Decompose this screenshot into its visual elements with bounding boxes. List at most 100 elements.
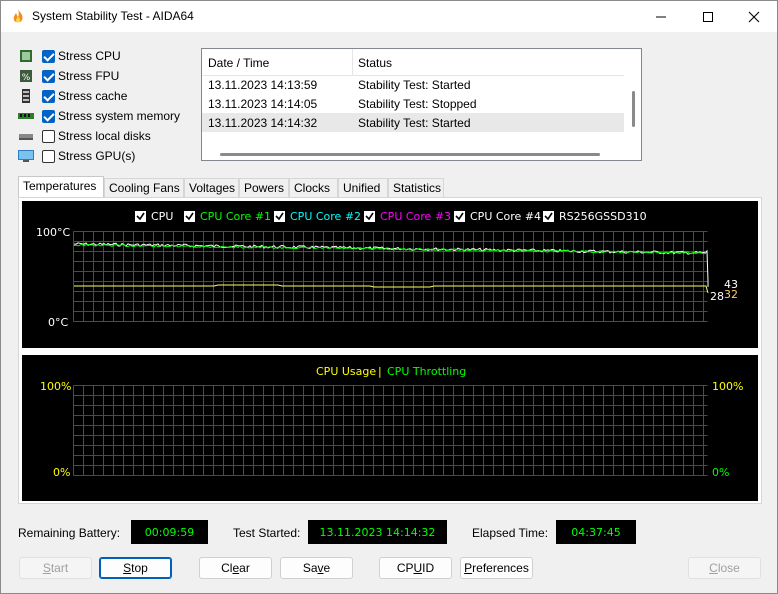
usage-axis-max: 100% [40,380,71,393]
save-button[interactable]: Sa v e [280,557,353,579]
preferences-label: references [472,561,529,575]
test-started-value: 13.11.2023 14:14:32 [308,520,447,544]
cpuid-accel: U [413,561,423,575]
cpuid-label: ID [422,561,435,575]
stress-cpu-label: Stress CPU [58,49,121,63]
elapsed-time-value: 04:37:45 [556,520,636,544]
close-icon [748,11,760,22]
stability-test-window: System Stability Test - AIDA64 Stress CP… [0,0,778,594]
disk-icon [19,134,33,140]
stress-cache-label: Stress cache [58,89,128,103]
close-accel: C [709,561,718,575]
readout-core: 28 [710,290,724,303]
log-date: 13.11.2023 14:13:59 [208,78,318,92]
legend-label: CPU Core #2 [290,210,361,223]
throttle-axis-max: 100% [712,380,743,393]
stress-cache-checkbox[interactable] [42,90,55,103]
log-status: Stability Test: Stopped [358,97,477,111]
window-title: System Stability Test - AIDA64 [32,9,194,23]
cpu-icon [20,50,32,62]
cpu-usage-graph-canvas: CPU Usage | CPU Throttling 100% 0% 100% … [40,365,743,479]
stop-label: top [131,561,148,575]
column-status[interactable]: Status [358,56,392,70]
clear-accel: e [232,561,240,575]
svg-text:%: % [22,73,31,83]
test-started-label: Test Started: [233,526,301,540]
tab-voltages[interactable]: Voltages [184,178,239,198]
stress-cpu-checkbox[interactable] [42,50,55,63]
tab-powers[interactable]: Powers [239,178,289,198]
temperature-legend: CPU CPU Core #1 CPU Core #2 CPU Core #3 CPU … [135,210,647,223]
log-row[interactable]: 13.11.2023 14:14:32 Stability Test: Star… [202,113,624,132]
legend-label: CPU Core #3 [380,210,451,223]
title-separator: | [378,365,382,378]
elapsed-time-label: Elapsed Time: [472,526,549,540]
tab-unified[interactable]: Unified [338,178,388,198]
log-date: 13.11.2023 14:14:32 [208,116,318,130]
stop-button[interactable]: Stop [99,557,172,579]
minimize-icon [656,16,666,17]
fpu-icon: % [20,70,32,83]
column-date-time[interactable]: Date / Time [208,56,269,70]
cpu-usage-title: CPU Usage [316,365,376,378]
clear-button[interactable]: Cl e ar [199,557,272,579]
temperature-graph: CPU CPU Core #1 CPU Core #2 CPU Core #3 CPU … [22,201,758,348]
log-vertical-scrollbar[interactable] [632,91,635,127]
throttle-axis-min: 0% [712,466,729,479]
preferences-button[interactable]: Preferences [460,557,533,579]
temp-axis-max: 100°C [36,226,70,239]
log-header: Date / Time Status [202,49,624,76]
maximize-button[interactable] [685,1,731,32]
legend-label: RS256GSSD310 [559,210,647,223]
cache-icon [22,89,30,103]
start-accel: S [42,561,51,575]
usage-axis-min: 0% [53,466,70,479]
column-separator [352,49,353,76]
stress-fpu-checkbox[interactable] [42,70,55,83]
log-row[interactable]: 13.11.2023 14:14:05 Stability Test: Stop… [202,94,624,113]
stress-memory-checkbox[interactable] [42,110,55,123]
maximize-icon [703,11,713,22]
tab-temperatures[interactable]: Temperatures [18,176,104,198]
stress-gpu-label: Stress GPU(s) [58,149,136,163]
preferences-accel: P [464,561,473,575]
cpuid-label-pre: CP [396,561,414,575]
flame-icon [13,9,23,23]
log-row[interactable]: 13.11.2023 14:13:59 Stability Test: Star… [202,75,624,94]
stop-accel: S [123,561,132,575]
cpuid-button[interactable]: CP U ID [379,557,452,579]
start-button[interactable]: Start [19,557,92,579]
stress-disks-checkbox[interactable] [42,130,55,143]
log-status: Stability Test: Started [358,78,471,92]
log-date: 13.11.2023 14:14:05 [208,97,318,111]
legend-label: CPU Core #1 [200,210,271,223]
save-label-pre: Sa [302,561,318,575]
readout-ssd: 32 [724,288,738,301]
save-label: e [323,561,331,575]
tab-statistics[interactable]: Statistics [388,178,444,198]
cpu-throttling-title: CPU Throttling [387,365,466,378]
close-label: lose [717,561,740,575]
temp-axis-min: 0°C [48,316,68,329]
log-horizontal-scrollbar[interactable] [220,153,600,156]
clear-label: ar [239,561,250,575]
tab-clocks[interactable]: Clocks [289,178,338,198]
temperature-graph-canvas: CPU CPU Core #1 CPU Core #2 CPU Core #3 CPU … [36,210,738,329]
minimize-button[interactable] [638,1,684,32]
remaining-battery-label: Remaining Battery: [18,526,121,540]
remaining-battery-value: 00:09:59 [131,520,208,544]
title-bar[interactable]: System Stability Test - AIDA64 [1,1,777,32]
start-label: tart [50,561,69,575]
stress-fpu-label: Stress FPU [58,69,120,83]
memory-icon [18,113,34,119]
usage-grid [73,385,708,476]
legend-label: CPU [151,210,173,223]
close-button[interactable]: Close [688,557,761,579]
close-window-button[interactable] [731,1,777,32]
stress-gpu-checkbox[interactable] [42,150,55,163]
event-log-list[interactable]: Date / Time Status 13.11.2023 14:13:59 S… [201,48,642,161]
stress-disks-label: Stress local disks [58,129,151,143]
tab-cooling-fans[interactable]: Cooling Fans [104,178,184,198]
log-status: Stability Test: Started [358,116,471,130]
clear-label-pre: Cl [221,561,233,575]
